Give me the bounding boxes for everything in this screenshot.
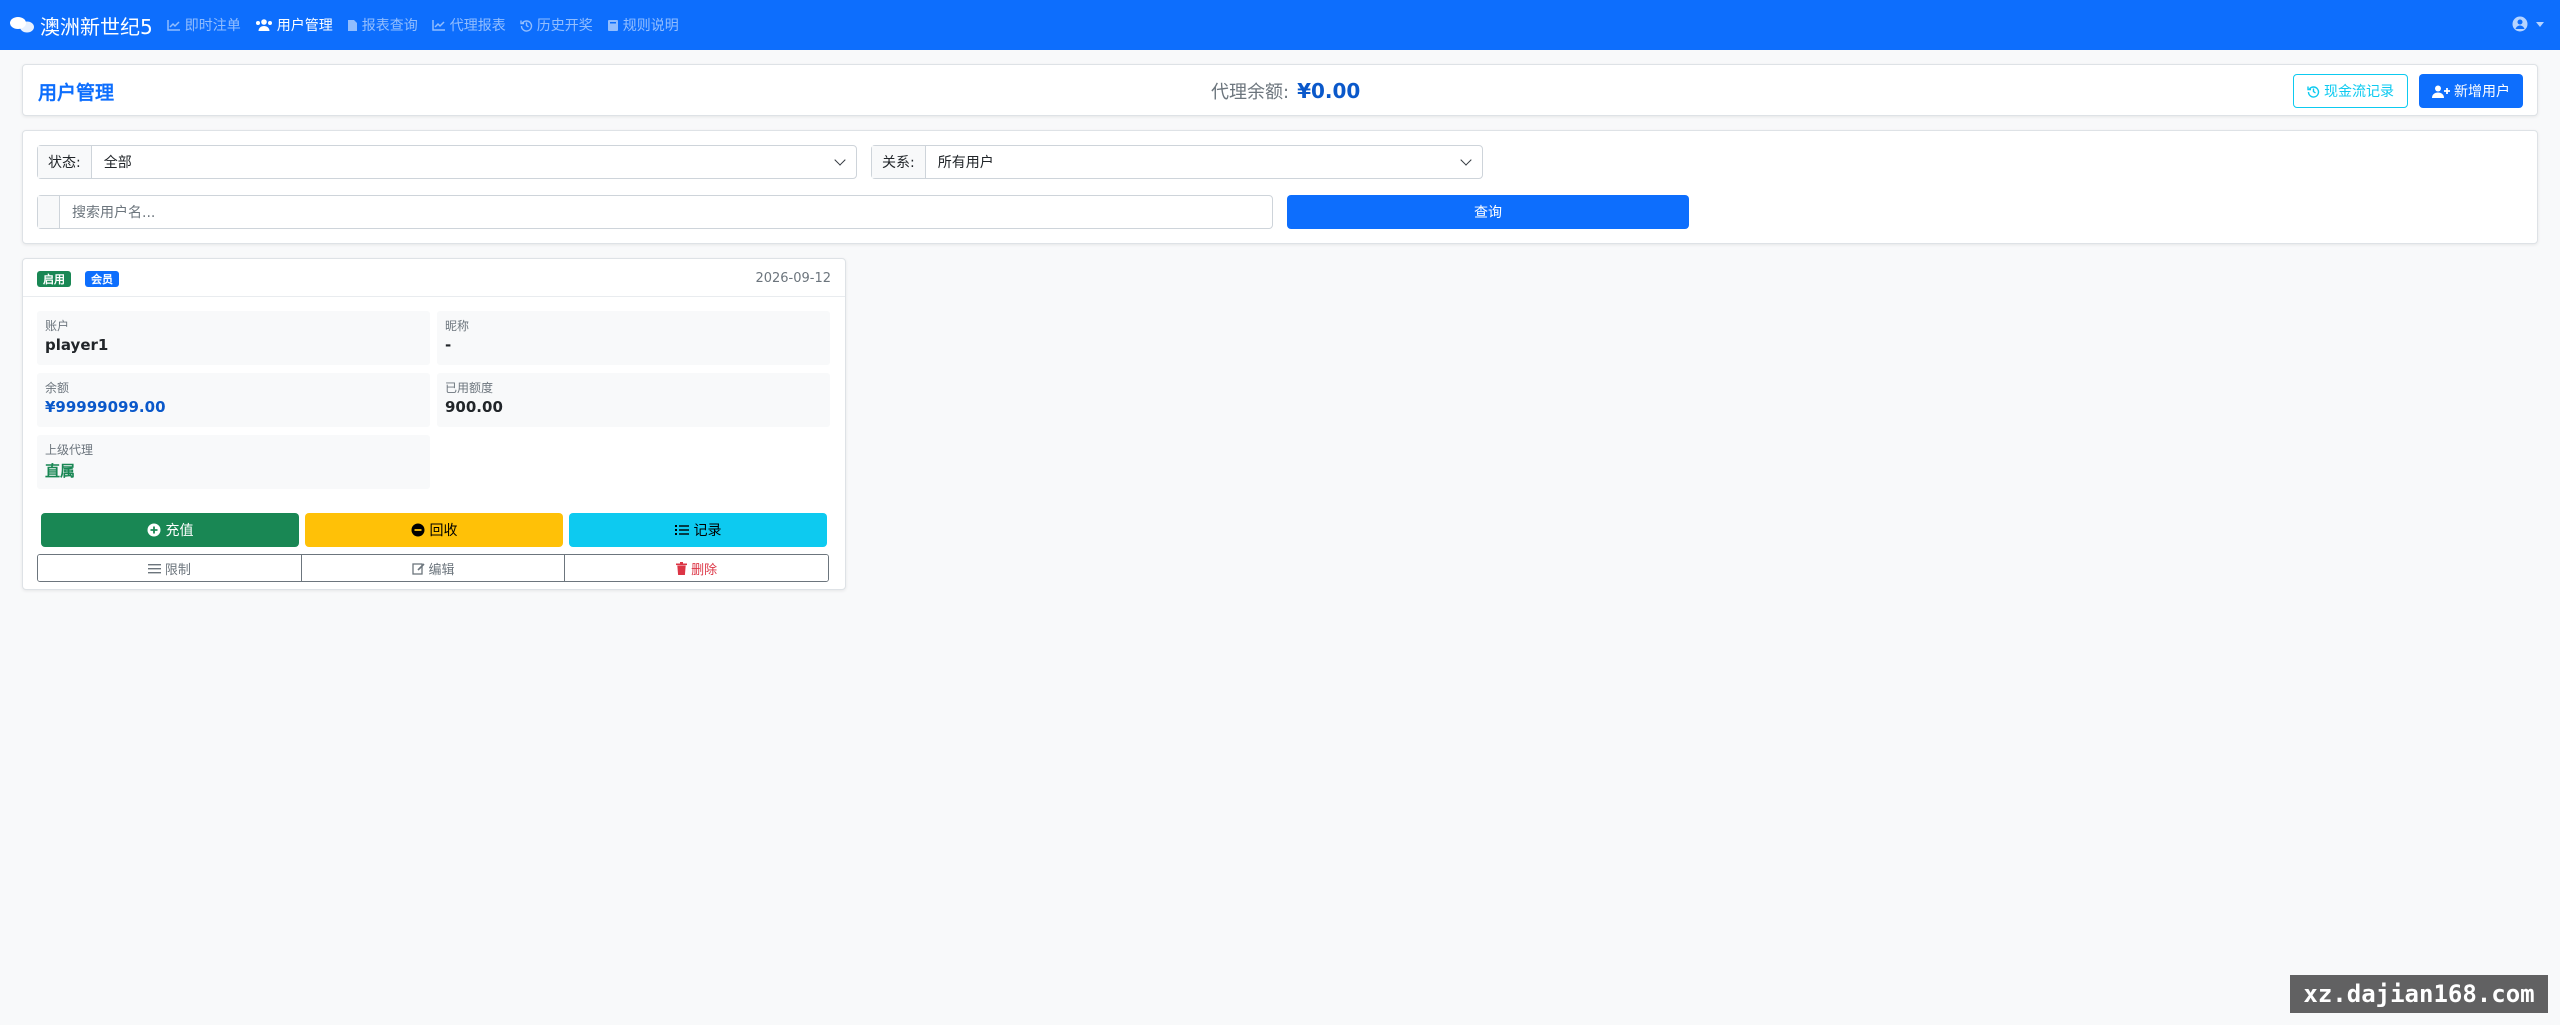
nickname-field: 昵称 - [437, 311, 830, 365]
nav-item-label: 代理报表 [449, 18, 506, 34]
add-user-button-label: 新增用户 [2454, 84, 2510, 100]
nickname-value: - [445, 336, 452, 354]
user-card: 启用 会员 2026-09-12 账户 player1 昵称 - 余额 ¥999… [22, 258, 846, 590]
search-group: 搜索用户名... [37, 195, 1273, 229]
nav-item-label: 报表查询 [361, 18, 418, 34]
cash-flow-button-label: 现金流记录 [2324, 84, 2394, 100]
search-addon [38, 196, 60, 228]
relation-select[interactable]: 所有用户 [926, 146, 1482, 178]
relation-filter-label: 关系: [872, 146, 926, 178]
nav-item-agent-report[interactable]: 代理报表 [431, 15, 506, 35]
records-button-label: 记录 [693, 523, 722, 539]
account-field: 账户 player1 [37, 311, 430, 365]
chevron-down-icon [1460, 154, 1472, 166]
parent-agent-field: 上级代理 直属 [37, 435, 430, 489]
top-navbar: 澳洲新世纪5 即时注单 用户管理 报表查询 代理报表 历史开奖 规则说明 [0, 0, 2560, 50]
cash-flow-button[interactable]: 现金流记录 [2293, 74, 2408, 108]
list-icon [674, 525, 689, 535]
page-title: 用户管理 [38, 82, 115, 104]
delete-button-label: 删除 [691, 562, 718, 578]
nav-item-label: 用户管理 [276, 18, 333, 34]
chevron-down-icon [834, 154, 846, 166]
secondary-actions: 限制 编辑 删除 [37, 554, 829, 582]
recover-button-label: 回收 [429, 523, 458, 539]
user-plus-icon [2432, 85, 2450, 98]
agent-balance: 代理余额: ¥0.00 [1211, 78, 1360, 104]
status-select[interactable]: 全部 [92, 146, 856, 178]
add-user-button[interactable]: 新增用户 [2419, 74, 2523, 108]
sliders-icon [147, 563, 161, 573]
nav-item-rules[interactable]: 规则说明 [607, 15, 679, 35]
nav-item-user-management[interactable]: 用户管理 [255, 15, 333, 35]
plus-circle-icon [147, 523, 160, 537]
history-icon [2307, 85, 2320, 98]
status-filter: 状态: 全部 [37, 145, 857, 179]
limit-button-label: 限制 [164, 562, 191, 578]
query-button[interactable]: 查询 [1287, 195, 1689, 229]
balance-value: ¥99999099.00 [45, 398, 166, 416]
chat-bubbles-icon [10, 17, 34, 33]
nav-item-label: 历史开奖 [536, 18, 593, 34]
role-badge: 会员 [85, 271, 119, 287]
user-card-header: 启用 会员 2026-09-12 [23, 259, 845, 297]
users-icon [255, 19, 272, 31]
used-credit-label: 已用额度 [445, 381, 494, 395]
filter-panel: 状态: 全部 关系: 所有用户 搜索用户名... 查询 [22, 130, 2538, 244]
user-circle-icon [2512, 16, 2528, 32]
limit-button[interactable]: 限制 [38, 555, 301, 581]
chevron-down-icon [2536, 21, 2544, 27]
user-menu[interactable] [2512, 16, 2544, 32]
status-select-value: 全部 [103, 155, 132, 171]
recharge-button[interactable]: 充值 [41, 513, 299, 547]
balance-label: 余额 [45, 381, 70, 395]
minus-circle-icon [411, 523, 424, 537]
recover-button[interactable]: 回收 [305, 513, 563, 547]
balance-field: 余额 ¥99999099.00 [37, 373, 430, 427]
nav-item-live-bets[interactable]: 即时注单 [166, 15, 241, 35]
used-credit-value: 900.00 [445, 398, 503, 416]
records-button[interactable]: 记录 [569, 513, 827, 547]
created-date: 2026-09-12 [755, 271, 831, 286]
book-icon [607, 19, 618, 31]
page-header: 用户管理 代理余额: ¥0.00 现金流记录 新增用户 [22, 64, 2538, 116]
file-icon [347, 19, 357, 31]
status-badge: 启用 [37, 271, 71, 287]
search-input[interactable]: 搜索用户名... [60, 196, 1272, 228]
nav-item-label: 即时注单 [184, 18, 241, 34]
relation-filter: 关系: 所有用户 [871, 145, 1483, 179]
nav-item-label: 规则说明 [622, 18, 679, 34]
trash-icon [676, 561, 688, 575]
edit-button[interactable]: 编辑 [300, 555, 565, 581]
brand[interactable]: 澳洲新世纪5 [10, 11, 153, 40]
watermark: xz.dajian168.com [2290, 975, 2548, 1013]
used-credit-field: 已用额度 900.00 [437, 373, 830, 427]
history-icon [520, 19, 532, 32]
chart-line-icon [431, 20, 445, 31]
nickname-label: 昵称 [445, 319, 470, 333]
edit-icon [411, 562, 425, 575]
delete-button[interactable]: 删除 [564, 555, 828, 581]
chart-line-icon [166, 20, 180, 31]
account-label: 账户 [45, 319, 70, 333]
status-filter-label: 状态: [38, 146, 92, 178]
parent-agent-label: 上级代理 [45, 443, 94, 457]
brand-name: 澳洲新世纪5 [40, 14, 153, 39]
parent-agent-value: 直属 [45, 462, 76, 480]
nav-item-report-query[interactable]: 报表查询 [347, 15, 418, 35]
nav-item-history-draws[interactable]: 历史开奖 [520, 15, 593, 35]
account-value: player1 [45, 336, 109, 354]
relation-select-value: 所有用户 [937, 155, 994, 171]
edit-button-label: 编辑 [428, 562, 455, 578]
agent-balance-label: 代理余额: [1211, 82, 1290, 103]
recharge-button-label: 充值 [165, 523, 194, 539]
agent-balance-value: ¥0.00 [1297, 79, 1361, 103]
